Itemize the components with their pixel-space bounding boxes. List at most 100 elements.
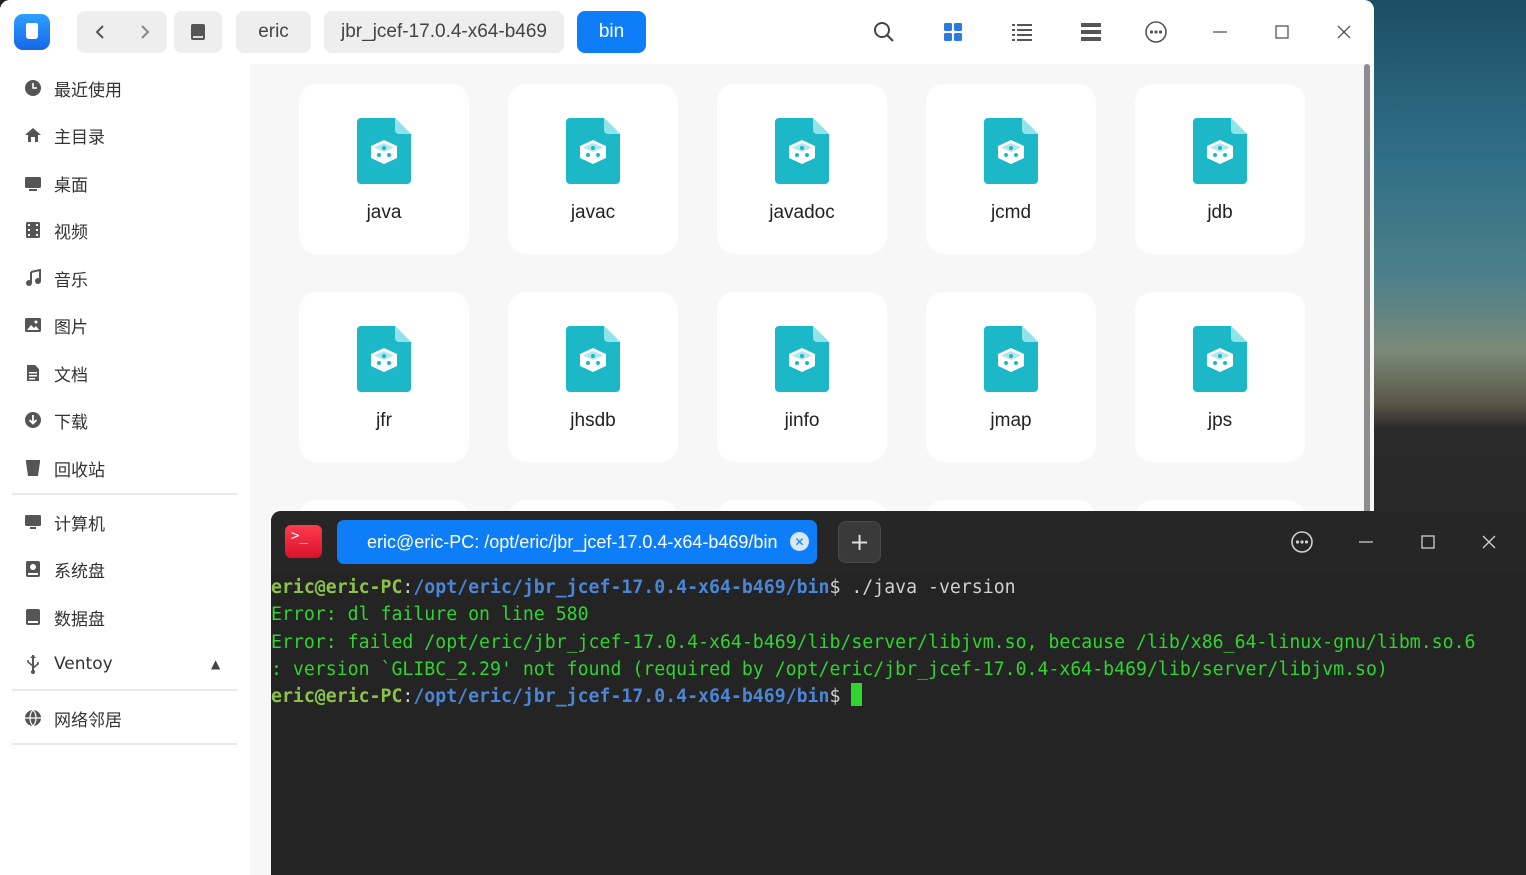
terminal-logo-icon: >_	[285, 525, 322, 558]
chevron-left-icon	[95, 25, 104, 39]
video-icon	[23, 221, 42, 240]
file-manager-logo-icon	[14, 14, 50, 50]
file-name: jdb	[1207, 202, 1233, 223]
trash-icon	[23, 459, 42, 478]
terminal-tab-title: eric@eric-PC: /opt/eric/jbr_jcef-17.0.4-…	[367, 531, 778, 552]
file-item[interactable]: jinfo	[717, 292, 887, 462]
breadcrumb-item-bin[interactable]: bin	[577, 11, 646, 53]
file-item[interactable]: jmap	[926, 292, 1096, 462]
sidebar-item-data-disk[interactable]: 数据盘	[0, 595, 250, 639]
file-name: jcmd	[990, 202, 1032, 223]
sidebar-item-network[interactable]: 网络邻居	[0, 696, 250, 740]
network-icon	[23, 709, 42, 728]
terminal-titlebar: >_ eric@eric-PC: /opt/eric/jbr_jcef-17.0…	[271, 511, 1526, 573]
sidebar-item-label: 文档	[54, 365, 88, 386]
executable-file-icon	[1193, 118, 1247, 184]
prompt-suffix: $	[829, 686, 852, 708]
sidebar-item-downloads[interactable]: 下载	[0, 398, 250, 442]
prompt-path: /opt/eric/jbr_jcef-17.0.4-x64-b469/bin	[413, 686, 830, 708]
terminal-close-button[interactable]	[1473, 526, 1505, 558]
sidebar: 最近使用 主目录 桌面 视频 音乐 图片 文档 下载 回收站 计算机 系统盘 数…	[0, 64, 250, 875]
search-button[interactable]	[868, 16, 900, 48]
back-button[interactable]	[77, 11, 122, 53]
sidebar-divider	[12, 493, 237, 495]
terminal-output[interactable]: eric@eric-PC:/opt/eric/jbr_jcef-17.0.4-x…	[271, 574, 1526, 874]
main-menu-button[interactable]	[1140, 16, 1172, 48]
disk-icon	[23, 608, 42, 627]
list-view-button[interactable]	[1006, 16, 1038, 48]
terminal-line: : version `GLIBC_2.29' not found (requir…	[271, 658, 1388, 680]
sidebar-item-documents[interactable]: 文档	[0, 351, 250, 395]
sidebar-item-video[interactable]: 视频	[0, 208, 250, 252]
sidebar-item-trash[interactable]: 回收站	[0, 446, 250, 490]
file-name: javac	[570, 202, 616, 223]
close-button[interactable]	[1328, 16, 1360, 48]
sidebar-item-music[interactable]: 音乐	[0, 256, 250, 300]
maximize-button[interactable]	[1266, 16, 1298, 48]
tab-close-icon[interactable]: ✕	[790, 532, 809, 551]
file-name: javadoc	[769, 202, 835, 223]
file-item[interactable]: jdb	[1135, 84, 1305, 254]
breadcrumb-item-jbr[interactable]: jbr_jcef-17.0.4-x64-b469	[324, 11, 564, 53]
chevron-right-icon	[140, 25, 149, 39]
sidebar-item-computer[interactable]: 计算机	[0, 500, 250, 544]
prompt-user: eric@eric-PC	[271, 577, 403, 598]
terminal-cursor	[851, 683, 863, 707]
file-item[interactable]: jcmd	[926, 84, 1096, 254]
add-tab-button[interactable]: +	[838, 521, 881, 563]
sidebar-item-desktop[interactable]: 桌面	[0, 161, 250, 205]
file-item[interactable]: jps	[1135, 292, 1305, 462]
desktop-icon	[23, 174, 42, 193]
executable-file-icon	[357, 118, 411, 184]
file-manager-titlebar: eric jbr_jcef-17.0.4-x64-b469 bin	[0, 0, 1374, 64]
file-item[interactable]: javadoc	[717, 84, 887, 254]
sidebar-item-label: 网络邻居	[54, 710, 122, 731]
sidebar-item-ventoy[interactable]: Ventoy ▲	[0, 642, 250, 686]
terminal-line: Error: failed /opt/eric/jbr_jcef-17.0.4-…	[271, 631, 1476, 653]
file-item[interactable]: javac	[508, 84, 678, 254]
terminal-line: eric@eric-PC:/opt/eric/jbr_jcef-17.0.4-x…	[271, 683, 863, 710]
terminal-maximize-button[interactable]	[1412, 526, 1444, 558]
executable-file-icon	[566, 118, 620, 184]
search-icon	[874, 22, 894, 42]
executable-file-icon	[775, 326, 829, 392]
minimize-icon	[1213, 31, 1227, 33]
file-item[interactable]: java	[299, 84, 469, 254]
computer-icon	[23, 513, 42, 532]
detail-view-button[interactable]	[1075, 16, 1107, 48]
forward-button[interactable]	[122, 11, 167, 53]
executable-file-icon	[1193, 326, 1247, 392]
prompt-separator: :	[402, 577, 414, 598]
terminal-menu-button[interactable]	[1286, 526, 1318, 558]
scrollbar[interactable]	[1364, 64, 1370, 514]
picture-icon	[23, 316, 42, 335]
executable-file-icon	[357, 326, 411, 392]
prompt-suffix: $	[829, 577, 852, 598]
clock-icon	[23, 79, 42, 98]
disk-icon	[191, 24, 205, 40]
navigation-buttons	[77, 11, 167, 53]
disk-icon	[23, 560, 42, 579]
breadcrumb-root[interactable]	[174, 11, 222, 53]
minimize-button[interactable]	[1204, 16, 1236, 48]
icon-view-button[interactable]	[937, 16, 969, 48]
file-item[interactable]: jfr	[299, 292, 469, 462]
sidebar-divider	[12, 689, 237, 691]
sidebar-item-system-disk[interactable]: 系统盘	[0, 547, 250, 591]
file-item[interactable]: jhsdb	[508, 292, 678, 462]
eject-icon[interactable]: ▲	[211, 657, 220, 671]
minimize-icon	[1359, 541, 1373, 543]
file-name: jinfo	[784, 410, 820, 431]
sidebar-item-recent[interactable]: 最近使用	[0, 66, 250, 110]
sidebar-item-label: 下载	[54, 412, 88, 433]
document-icon	[23, 364, 42, 383]
executable-file-icon	[984, 118, 1038, 184]
terminal-minimize-button[interactable]	[1350, 526, 1382, 558]
sidebar-item-pictures[interactable]: 图片	[0, 303, 250, 347]
breadcrumb-item-eric[interactable]: eric	[236, 11, 311, 53]
terminal-tab[interactable]: eric@eric-PC: /opt/eric/jbr_jcef-17.0.4-…	[337, 520, 817, 564]
sidebar-item-home[interactable]: 主目录	[0, 113, 250, 157]
executable-file-icon	[566, 326, 620, 392]
prompt-separator: :	[402, 686, 414, 708]
sidebar-item-label: 音乐	[54, 270, 88, 291]
